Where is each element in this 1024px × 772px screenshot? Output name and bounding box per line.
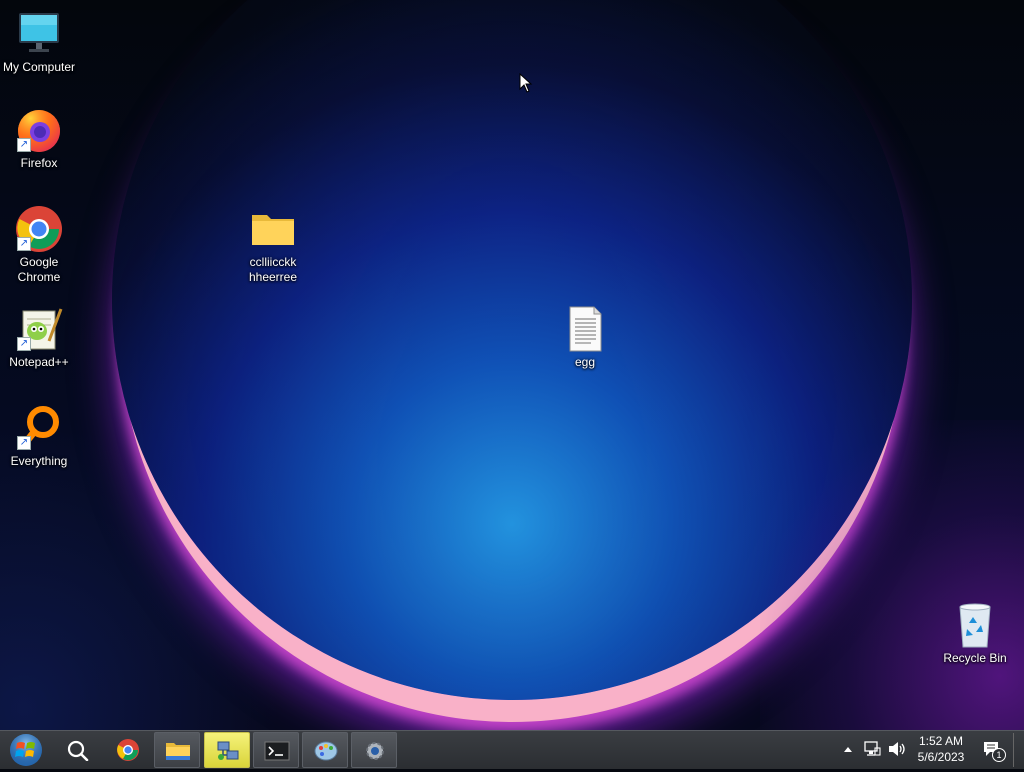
taskbar-network-tool-button[interactable] — [204, 732, 250, 768]
taskbar: 1:52 AM 5/6/2023 1 — [0, 730, 1024, 769]
mouse-cursor-icon — [519, 73, 533, 93]
start-button[interactable] — [6, 733, 46, 767]
taskbar-clock[interactable]: 1:52 AM 5/6/2023 — [906, 733, 976, 765]
gear-icon — [366, 742, 384, 760]
taskbar-paint-button[interactable] — [302, 732, 348, 768]
notification-count-badge: 1 — [992, 748, 1006, 762]
desktop-icon-folder[interactable]: cclliicckk hheerree — [231, 205, 315, 285]
folder-icon — [166, 743, 190, 760]
desktop-icon-everything[interactable]: ↗ Everything — [0, 404, 81, 469]
desktop-icon-recycle-bin[interactable]: Recycle Bin — [933, 601, 1017, 666]
desktop-icon-my-computer[interactable]: My Computer — [0, 10, 81, 75]
volume-icon[interactable] — [887, 740, 907, 758]
network-icon[interactable] — [863, 740, 881, 758]
show-desktop-button[interactable] — [1013, 733, 1024, 767]
computer-icon — [15, 10, 63, 58]
firefox-icon: ↗ — [15, 106, 63, 154]
folder-icon — [249, 205, 297, 253]
desktop-icon-egg[interactable]: egg — [543, 305, 627, 370]
shortcut-arrow-icon: ↗ — [17, 237, 31, 251]
desktop-wallpaper — [0, 0, 1024, 730]
chrome-icon — [117, 739, 139, 761]
taskbar-settings-button[interactable] — [351, 732, 397, 768]
wallpaper-glow-right — [760, 420, 1024, 730]
notification-center-button[interactable]: 1 — [982, 740, 1006, 762]
chrome-icon: ↗ — [15, 205, 63, 253]
notepadpp-icon: ↗ — [15, 305, 63, 353]
taskbar-chrome-button[interactable] — [105, 732, 151, 768]
recycle-bin-icon — [951, 601, 999, 649]
everything-icon: ↗ — [15, 404, 63, 452]
shortcut-arrow-icon: ↗ — [17, 337, 31, 351]
taskbar-search-button[interactable] — [55, 732, 101, 768]
network-app-icon — [217, 741, 239, 760]
taskbar-file-explorer-button[interactable] — [154, 732, 200, 768]
shortcut-arrow-icon: ↗ — [17, 138, 31, 152]
shortcut-arrow-icon: ↗ — [17, 436, 31, 450]
clock-time: 1:52 AM — [918, 734, 964, 748]
taskbar-terminal-button[interactable] — [253, 732, 299, 768]
windows-orb-icon — [10, 734, 42, 766]
desktop-icon-google-chrome[interactable]: ↗ Google Chrome — [0, 205, 81, 285]
terminal-icon — [264, 741, 290, 761]
text-file-icon — [561, 305, 609, 353]
search-icon — [67, 740, 89, 761]
clock-date: 5/6/2023 — [917, 750, 965, 764]
paint-icon — [314, 741, 338, 761]
chevron-up-icon[interactable] — [843, 745, 853, 753]
desktop-icon-firefox[interactable]: ↗ Firefox — [0, 106, 81, 171]
desktop-icon-notepadpp[interactable]: ↗ Notepad++ — [0, 305, 81, 370]
